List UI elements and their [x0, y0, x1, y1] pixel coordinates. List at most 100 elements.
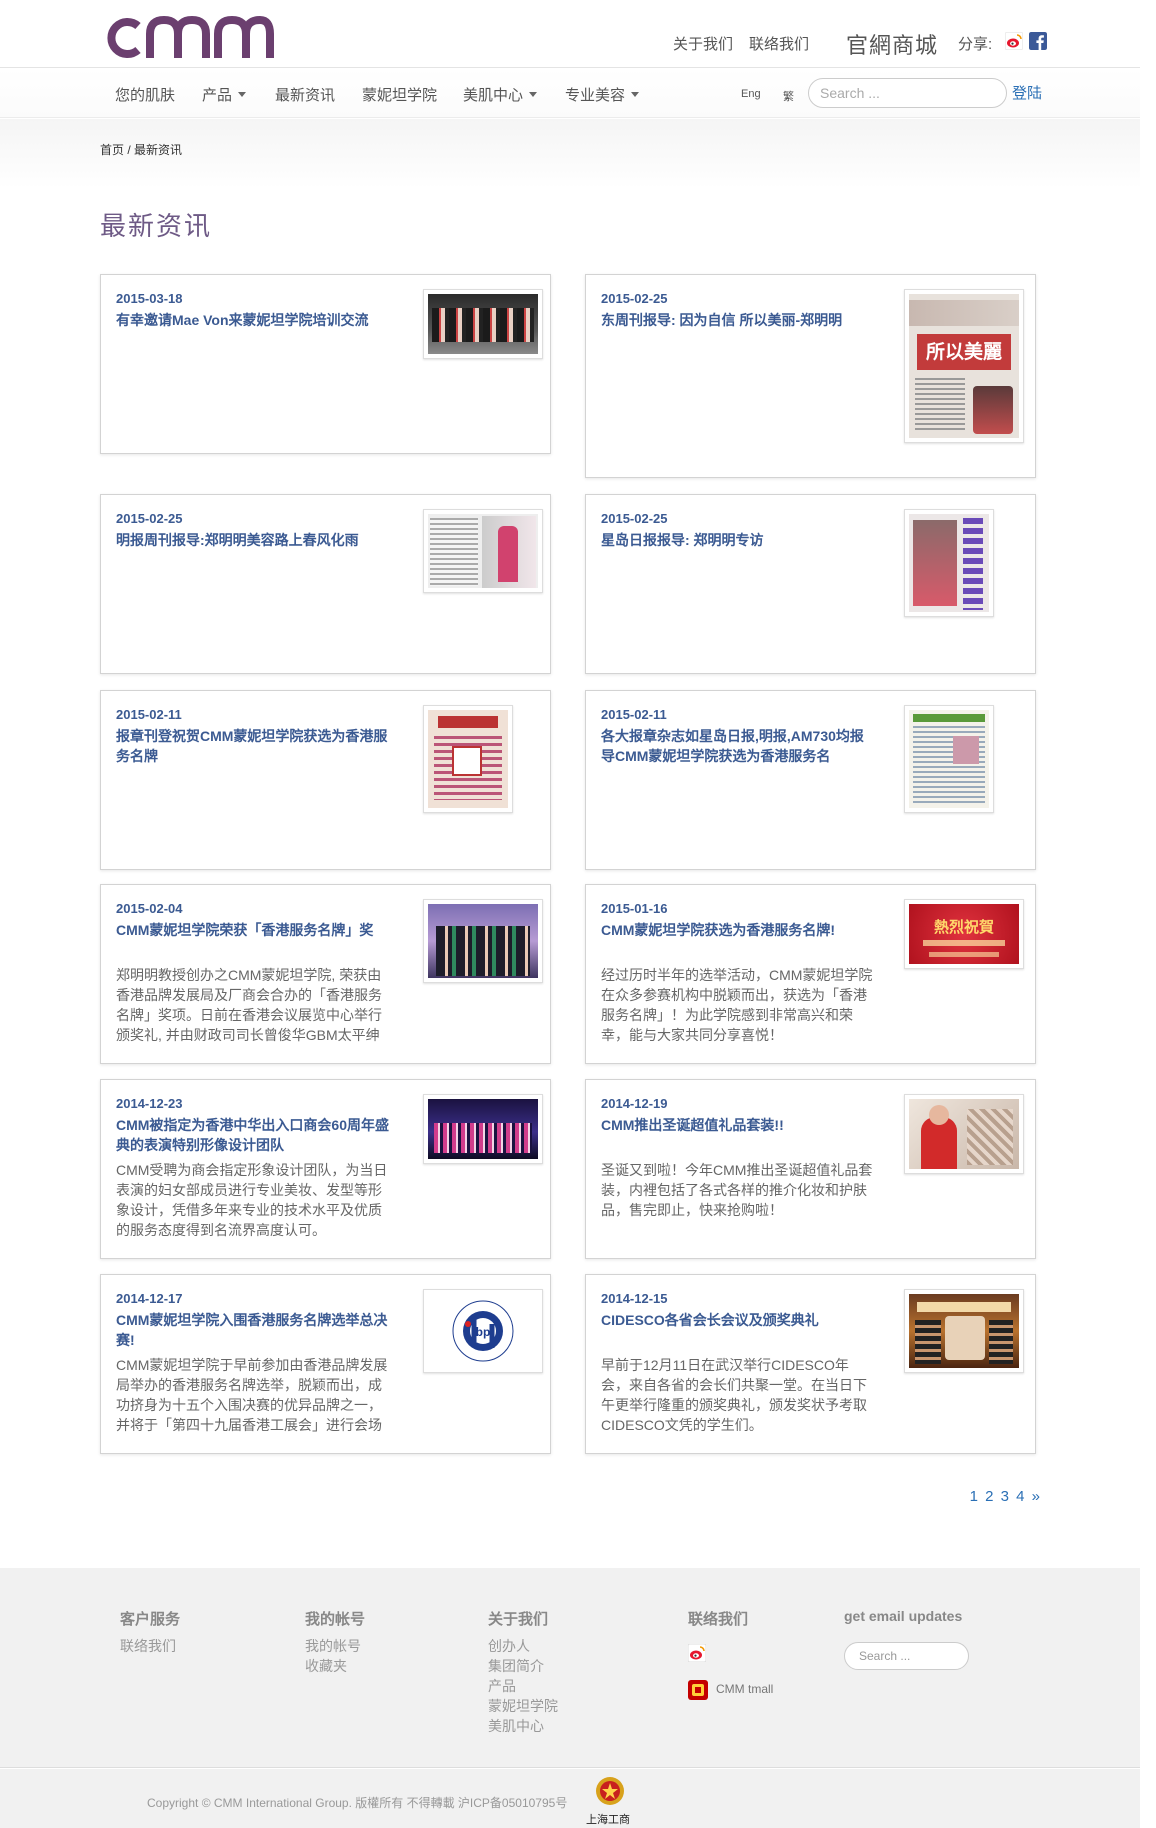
news-card[interactable]: 2014-12-17 CMM蒙妮坦学院入围香港服务名牌选举总决赛! CMM蒙妮坦… [100, 1274, 551, 1454]
news-thumbnail[interactable]: 所以美麗 [904, 289, 1024, 443]
breadcrumb-home[interactable]: 首页 [100, 143, 124, 157]
news-thumbnail[interactable] [904, 1289, 1024, 1373]
nav-item-academy[interactable]: 蒙妮坦学院 [362, 84, 437, 105]
news-thumbnail[interactable] [423, 899, 543, 983]
footer-link-contact[interactable]: 联络我们 [120, 1636, 176, 1656]
nav-item-beauty-center[interactable]: 美肌中心 [463, 84, 538, 105]
news-date: 2015-01-16 [601, 901, 668, 916]
news-thumbnail[interactable] [904, 705, 994, 813]
logo-letters: bp [476, 1325, 491, 1339]
news-title[interactable]: CMM被指定为香港中华出入口商会60周年盛典的表演特别形像设计团队 [116, 1115, 391, 1155]
news-card[interactable]: 2015-01-16 CMM蒙妮坦学院获选为香港服务名牌! 经过历时半年的选举活… [585, 884, 1036, 1064]
footer-search-input[interactable] [844, 1642, 969, 1670]
footer: 客户服务 联络我们 我的帐号 我的帐号 收藏夹 关于我们 创办人 集团简介 产品… [0, 1568, 1140, 1768]
news-date: 2015-02-11 [601, 707, 667, 722]
caret-down-icon [529, 92, 538, 97]
news-date: 2015-03-18 [116, 291, 183, 306]
news-excerpt: 早前于12月11日在武汉举行CIDESCO年会，来自各省的会长们共聚一堂。在当日… [601, 1357, 867, 1433]
login-link[interactable]: 登陆 [1012, 82, 1042, 103]
news-title[interactable]: 东周刊报导: 因为自信 所以美丽-郑明明 [601, 310, 876, 330]
news-title[interactable]: 星岛日报报导: 郑明明专访 [601, 530, 876, 550]
search-input[interactable] [808, 78, 1007, 108]
news-title[interactable]: 明报周刊报导:郑明明美容路上春风化雨 [116, 530, 391, 550]
news-title[interactable]: CIDESCO各省会长会议及颁奖典礼 [601, 1310, 876, 1330]
footer-link-beauty-center[interactable]: 美肌中心 [488, 1716, 544, 1736]
news-excerpt: CMM受聘为商会指定形象设计团队，为当日表演的妇女部成员进行专业美妆、发型等形象… [116, 1162, 388, 1238]
share-label: 分享: [958, 36, 993, 53]
footer-link-group[interactable]: 集团简介 [488, 1656, 544, 1676]
lang-english[interactable]: Eng [741, 88, 761, 100]
copyright-text: Copyright © CMM International Group. 版權所… [147, 1796, 568, 1810]
news-date: 2015-02-04 [116, 901, 183, 916]
tmall-icon[interactable] [688, 1680, 708, 1700]
news-card[interactable]: 2015-02-25 东周刊报导: 因为自信 所以美丽-郑明明 所以美麗 [585, 274, 1036, 478]
about-link[interactable]: 关于我们 [673, 33, 733, 54]
caret-down-icon [238, 92, 247, 97]
nav-item-skin[interactable]: 您的肌肤 [115, 84, 175, 105]
cmm-logo[interactable] [98, 6, 274, 62]
footer-heading-contact: 联络我们 [688, 1611, 749, 1628]
hk-top-service-brand-logo: bp [452, 1300, 514, 1362]
footer-link-academy[interactable]: 蒙妮坦学院 [488, 1696, 558, 1716]
news-title[interactable]: CMM蒙妮坦学院获选为香港服务名牌! [601, 920, 876, 940]
footer-link-my-account[interactable]: 我的帐号 [305, 1636, 361, 1656]
nav-item-professional[interactable]: 专业美容 [565, 84, 640, 105]
news-card[interactable]: 2015-02-11 各大报章杂志如星岛日报,明报,AM730均报导CMM蒙妮坦… [585, 690, 1036, 870]
news-card[interactable]: 2015-02-25 明报周刊报导:郑明明美容路上春风化雨 [100, 494, 551, 674]
footer-heading-email: get email updates [844, 1608, 963, 1624]
news-thumbnail[interactable] [423, 289, 543, 359]
shanghai-business-badge-icon[interactable] [594, 1775, 626, 1809]
weibo-icon[interactable] [1005, 32, 1023, 50]
nav-item-products[interactable]: 产品 [202, 84, 247, 105]
footer-link-founder[interactable]: 创办人 [488, 1636, 530, 1656]
caret-down-icon [631, 92, 640, 97]
nav-item-news[interactable]: 最新资讯 [275, 84, 335, 105]
thumbnail-headline: 熱烈祝賀 [933, 918, 994, 936]
news-title[interactable]: 报章刊登祝贺CMM蒙妮坦学院获选为香港服务名牌 [116, 726, 391, 766]
news-excerpt: CMM蒙妮坦学院于早前参加由香港品牌发展局举办的香港服务名牌选举，脱颖而出，成功… [116, 1357, 388, 1433]
news-excerpt: 经过历时半年的选举活动，CMM蒙妮坦学院在众多参赛机构中脱颖而出，获选为「香港服… [601, 967, 873, 1043]
news-title[interactable]: CMM蒙妮坦学院荣获「香港服务名牌」奖 [116, 920, 391, 940]
breadcrumb-current[interactable]: 最新资讯 [134, 143, 182, 157]
news-thumbnail[interactable]: 熱烈祝賀 [904, 899, 1024, 969]
page-link-1[interactable]: 1 [970, 1488, 978, 1505]
news-title[interactable]: 有幸邀请Mae Von来蒙妮坦学院培训交流 [116, 310, 391, 330]
weibo-icon[interactable] [688, 1644, 706, 1662]
news-card[interactable]: 2014-12-23 CMM被指定为香港中华出入口商会60周年盛典的表演特别形像… [100, 1079, 551, 1259]
lang-traditional[interactable]: 繁 [783, 88, 794, 104]
footer-link-tmall[interactable]: CMM tmall [716, 1682, 773, 1696]
news-card[interactable]: 2015-02-04 CMM蒙妮坦学院荣获「香港服务名牌」奖 郑明明教授创办之C… [100, 884, 551, 1064]
news-card[interactable]: 2015-02-25 星岛日报报导: 郑明明专访 [585, 494, 1036, 674]
news-date: 2014-12-17 [116, 1291, 183, 1306]
news-thumbnail[interactable] [423, 705, 513, 813]
news-thumbnail[interactable] [904, 509, 994, 617]
footer-link-products[interactable]: 产品 [488, 1676, 516, 1696]
footer-heading-account: 我的帐号 [305, 1611, 366, 1628]
news-thumbnail[interactable]: bp [423, 1289, 543, 1373]
news-thumbnail[interactable] [904, 1094, 1024, 1174]
news-card[interactable]: 2015-03-18 有幸邀请Mae Von来蒙妮坦学院培训交流 [100, 274, 551, 454]
footer-heading-about: 关于我们 [488, 1611, 549, 1628]
news-card[interactable]: 2014-12-15 CIDESCO各省会长会议及颁奖典礼 早前于12月11日在… [585, 1274, 1036, 1454]
breadcrumb: 首页 / 最新资讯 [100, 141, 182, 158]
news-date: 2014-12-23 [116, 1096, 183, 1111]
facebook-icon[interactable] [1029, 32, 1047, 50]
news-thumbnail[interactable] [423, 509, 543, 593]
news-date: 2015-02-25 [601, 291, 668, 306]
official-mall-link[interactable]: 官網商城 [846, 28, 938, 60]
next-page-link[interactable]: » [1032, 1488, 1040, 1505]
news-date: 2014-12-19 [601, 1096, 668, 1111]
news-title[interactable]: CMM推出圣诞超值礼品套装!! [601, 1115, 876, 1135]
news-date: 2014-12-15 [601, 1291, 668, 1306]
footer-link-favorites[interactable]: 收藏夹 [305, 1656, 347, 1676]
news-thumbnail[interactable] [423, 1094, 543, 1164]
badge-label: 上海工商 [586, 1814, 630, 1826]
page-link-2[interactable]: 2 [985, 1488, 993, 1505]
news-title[interactable]: CMM蒙妮坦学院入围香港服务名牌选举总决赛! [116, 1310, 391, 1350]
news-card[interactable]: 2015-02-11 报章刊登祝贺CMM蒙妮坦学院获选为香港服务名牌 [100, 690, 551, 870]
news-title[interactable]: 各大报章杂志如星岛日报,明报,AM730均报导CMM蒙妮坦学院获选为香港服务名 [601, 726, 876, 766]
contact-link[interactable]: 联络我们 [749, 33, 809, 54]
news-card[interactable]: 2014-12-19 CMM推出圣诞超值礼品套装!! 圣诞又到啦！今年CMM推出… [585, 1079, 1036, 1259]
page-link-4[interactable]: 4 [1016, 1488, 1024, 1505]
page-link-3[interactable]: 3 [1001, 1488, 1009, 1505]
